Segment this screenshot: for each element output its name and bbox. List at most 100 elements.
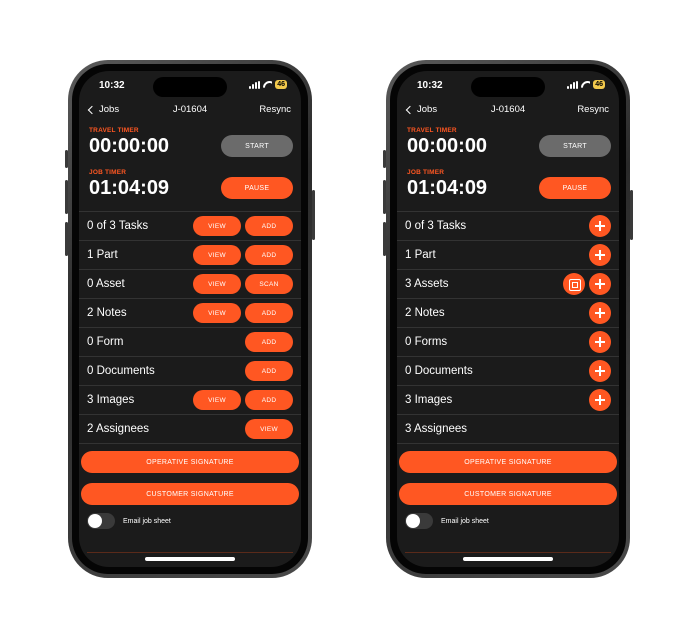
pause-button[interactable]: PAUSE (221, 177, 293, 199)
travel-timer-label: TRAVEL TIMER (89, 127, 139, 134)
pause-button[interactable]: PAUSE (539, 177, 611, 199)
list-item-label: 0 Form (87, 336, 124, 348)
list-item: 0 Forms (397, 328, 619, 357)
email-job-sheet-row: Email job sheet (79, 513, 301, 529)
wifi-icon (263, 81, 272, 88)
divider (87, 552, 293, 553)
wifi-icon (581, 81, 590, 88)
job-items-list: 0 of 3 Tasks 1 Part 3 Assets 2 Notes 0 Forms… (397, 211, 619, 444)
status-time: 10:32 (417, 80, 443, 91)
customer-signature-button[interactable]: CUSTOMER SIGNATURE (81, 483, 299, 505)
operative-signature-button[interactable]: OPERATIVE SIGNATURE (399, 451, 617, 473)
list-item-label: 1 Part (87, 249, 118, 261)
timers-section: TRAVEL TIMER 00:00:00 START JOB TIMER 01… (79, 121, 301, 211)
view-button[interactable]: VIEW (193, 303, 241, 323)
list-item-label: 3 Assignees (405, 423, 468, 435)
plus-icon[interactable] (589, 273, 611, 295)
resync-button[interactable]: Resync (577, 104, 609, 115)
home-indicator[interactable] (463, 557, 553, 561)
status-bar: 10:32 46 (79, 71, 301, 99)
email-toggle[interactable] (87, 513, 115, 529)
nav-bar: Jobs J-01604 Resync (397, 99, 619, 121)
list-item: 3 Images VIEW ADD (79, 386, 301, 415)
travel-timer-label: TRAVEL TIMER (407, 127, 457, 134)
list-item: 0 of 3 Tasks (397, 212, 619, 241)
list-item: 0 of 3 Tasks VIEW ADD (79, 212, 301, 241)
list-item-label: 3 Images (87, 394, 135, 406)
list-item-label: 2 Notes (405, 307, 445, 319)
plus-icon[interactable] (589, 331, 611, 353)
scan-button[interactable]: SCAN (245, 274, 293, 294)
list-item-label: 1 Part (405, 249, 436, 261)
signal-icon (567, 80, 579, 89)
phone-right: 10:32 46 Jobs J-01604 Resync TRAVEL TIME… (383, 60, 633, 578)
battery-icon: 46 (275, 80, 287, 89)
view-button[interactable]: VIEW (193, 274, 241, 294)
screen-right: 10:32 46 Jobs J-01604 Resync TRAVEL TIME… (397, 71, 619, 567)
email-job-sheet-row: Email job sheet (397, 513, 619, 529)
plus-icon[interactable] (589, 389, 611, 411)
dynamic-island (153, 77, 227, 97)
view-button[interactable]: VIEW (245, 419, 293, 439)
travel-timer-value: 00:00:00 (407, 135, 488, 157)
screen-left: 10:32 46 Jobs J-01604 Resync TRAVEL TIME… (79, 71, 301, 567)
customer-signature-button[interactable]: CUSTOMER SIGNATURE (399, 483, 617, 505)
scan-icon[interactable] (563, 273, 585, 295)
operative-signature-button[interactable]: OPERATIVE SIGNATURE (81, 451, 299, 473)
view-button[interactable]: VIEW (193, 216, 241, 236)
email-label: Email job sheet (123, 517, 171, 525)
phone-left: 10:32 46 Jobs J-01604 Resync TRAVEL TIME… (65, 60, 315, 578)
plus-icon[interactable] (589, 360, 611, 382)
dynamic-island (471, 77, 545, 97)
plus-icon[interactable] (589, 215, 611, 237)
list-item-label: 0 Forms (405, 336, 448, 348)
add-button[interactable]: ADD (245, 390, 293, 410)
email-toggle[interactable] (405, 513, 433, 529)
list-item: 1 Part VIEW ADD (79, 241, 301, 270)
job-timer-label: JOB TIMER (407, 169, 445, 176)
list-item: 1 Part (397, 241, 619, 270)
add-button[interactable]: ADD (245, 361, 293, 381)
nav-bar: Jobs J-01604 Resync (79, 99, 301, 121)
list-item: 2 Notes (397, 299, 619, 328)
list-item: 0 Asset VIEW SCAN (79, 270, 301, 299)
toggle-knob (88, 514, 102, 528)
list-item: 0 Documents (397, 357, 619, 386)
add-button[interactable]: ADD (245, 245, 293, 265)
start-button[interactable]: START (221, 135, 293, 157)
view-button[interactable]: VIEW (193, 245, 241, 265)
list-item-label: 2 Notes (87, 307, 127, 319)
list-item-label: 2 Assignees (87, 423, 150, 435)
job-items-list: 0 of 3 Tasks VIEW ADD 1 Part VIEW ADD 0 Asset V… (79, 211, 301, 444)
plus-icon[interactable] (589, 244, 611, 266)
status-bar: 10:32 46 (397, 71, 619, 99)
list-item: 3 Assets (397, 270, 619, 299)
divider (405, 552, 611, 553)
job-timer-value: 01:04:09 (407, 177, 488, 199)
list-item-label: 0 Documents (405, 365, 473, 377)
list-item: 0 Form ADD (79, 328, 301, 357)
plus-icon[interactable] (589, 302, 611, 324)
job-timer-label: JOB TIMER (89, 169, 127, 176)
home-indicator[interactable] (145, 557, 235, 561)
toggle-knob (406, 514, 420, 528)
list-item-label: 0 of 3 Tasks (405, 220, 467, 232)
list-item: 0 Documents ADD (79, 357, 301, 386)
list-item-label: 0 Documents (87, 365, 155, 377)
add-button[interactable]: ADD (245, 303, 293, 323)
list-item-label: 3 Images (405, 394, 453, 406)
resync-button[interactable]: Resync (259, 104, 291, 115)
start-button[interactable]: START (539, 135, 611, 157)
add-button[interactable]: ADD (245, 332, 293, 352)
list-item-label: 0 of 3 Tasks (87, 220, 149, 232)
add-button[interactable]: ADD (245, 216, 293, 236)
timers-section: TRAVEL TIMER 00:00:00 START JOB TIMER 01… (397, 121, 619, 211)
list-item: 2 Notes VIEW ADD (79, 299, 301, 328)
battery-icon: 46 (593, 80, 605, 89)
view-button[interactable]: VIEW (193, 390, 241, 410)
list-item-label: 0 Asset (87, 278, 125, 290)
travel-timer-value: 00:00:00 (89, 135, 170, 157)
list-item: 3 Assignees (397, 415, 619, 444)
list-item: 3 Images (397, 386, 619, 415)
signal-icon (249, 80, 261, 89)
